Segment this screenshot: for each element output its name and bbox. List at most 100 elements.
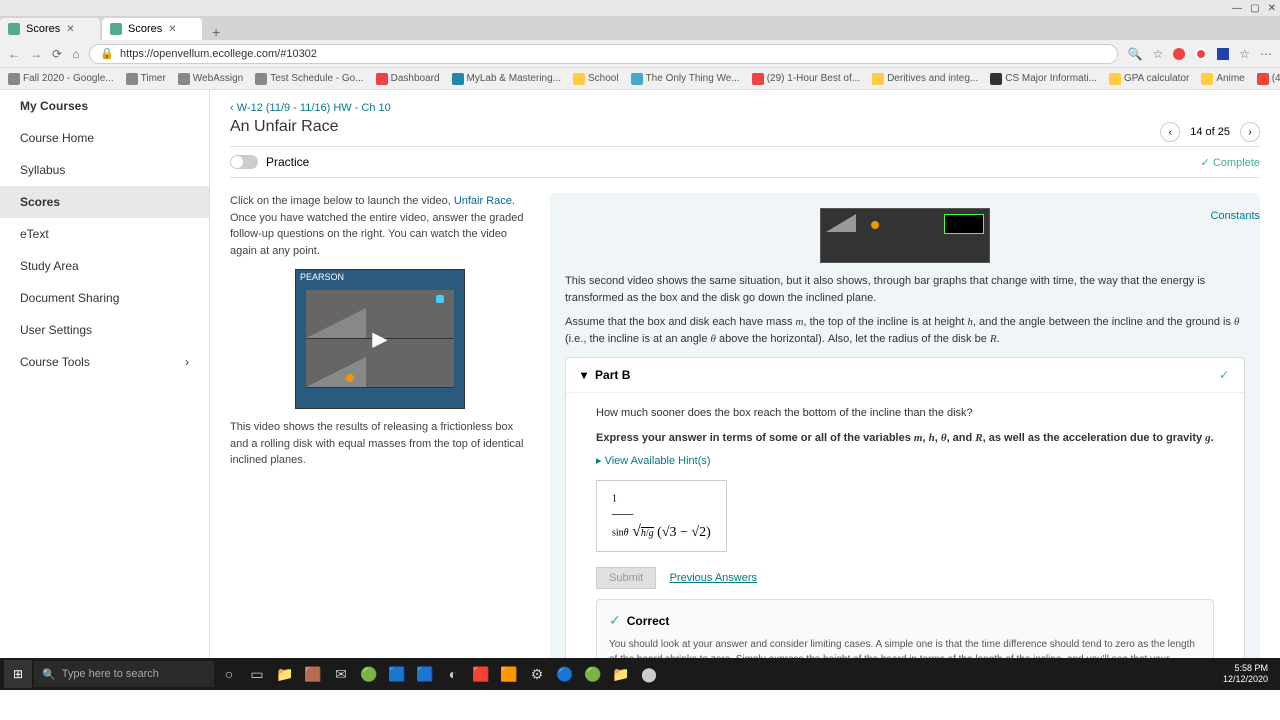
bookmarks-bar: Fall 2020 - Google... Timer WebAssign Te… (0, 68, 1280, 90)
taskbar: ⊞ 🔍 Type here to search ○ ▭ 📁 🟫 ✉ 🟢 🟦 🟦 … (0, 658, 1280, 690)
star-icon[interactable]: ☆ (1239, 47, 1250, 61)
app-icon[interactable]: ⬤ (636, 661, 662, 687)
nav-scores[interactable]: Scores (0, 186, 209, 218)
bookmark-icon (752, 73, 764, 85)
nav-user-settings[interactable]: User Settings (0, 314, 209, 346)
prev-question-button[interactable]: ‹ (1160, 122, 1180, 142)
menu-icon[interactable]: ⋯ (1260, 47, 1272, 61)
bookmark-icon (376, 73, 388, 85)
bookmark-icon (1257, 73, 1269, 85)
ext-icon-2[interactable] (1195, 48, 1207, 60)
nav-my-courses[interactable]: My Courses (0, 90, 209, 122)
nav-study-area[interactable]: Study Area (0, 250, 209, 282)
check-icon: ✓ (1219, 368, 1229, 382)
taskbar-clock[interactable]: 5:58 PM 12/12/2020 (1215, 663, 1276, 685)
video-player[interactable]: PEARSON ▶ (295, 269, 465, 409)
bookmark-item[interactable]: (4) Ellie Goulding -... (1257, 73, 1280, 85)
forward-icon[interactable]: → (30, 47, 42, 61)
complete-status: ✓ Complete (1201, 156, 1260, 169)
taskbar-search[interactable]: 🔍 Type here to search (34, 661, 214, 687)
bookmark-item[interactable]: Anime (1201, 73, 1244, 85)
video-link[interactable]: Unfair Race (454, 195, 512, 207)
start-button[interactable]: ⊞ (4, 660, 32, 688)
close-button[interactable]: ✕ (1268, 3, 1276, 14)
bookmark-icon (872, 73, 884, 85)
bookmark-icon (1109, 73, 1121, 85)
bookmark-item[interactable]: The Only Thing We... (631, 73, 740, 85)
nav-course-home[interactable]: Course Home (0, 122, 209, 154)
nav-course-tools[interactable]: Course Tools › (0, 346, 209, 378)
bookmark-item[interactable]: Test Schedule - Go... (255, 73, 363, 85)
constants-link[interactable]: Constants (1210, 210, 1260, 222)
cortana-icon[interactable]: ○ (216, 661, 242, 687)
bookmark-item[interactable]: (29) 1-Hour Best of... (752, 73, 860, 85)
maximize-button[interactable]: ▢ (1250, 3, 1259, 14)
taskview-icon[interactable]: ▭ (244, 661, 270, 687)
app-icon[interactable]: 🟥 (468, 661, 494, 687)
tab-close-icon[interactable]: ✕ (66, 24, 74, 35)
bookmark-item[interactable]: Fall 2020 - Google... (8, 73, 114, 85)
bookmark-item[interactable]: CS Major Informati... (990, 73, 1097, 85)
back-icon[interactable]: ← (8, 47, 20, 61)
app-icon[interactable]: ✉ (328, 661, 354, 687)
express-text: Express your answer in terms of some or … (596, 430, 1214, 447)
part-b-label: Part B (595, 368, 630, 382)
practice-toggle[interactable] (230, 155, 258, 169)
app-icon[interactable]: 📁 (272, 661, 298, 687)
app-icon[interactable]: 🟦 (412, 661, 438, 687)
bookmark-item[interactable]: School (573, 73, 619, 85)
url-input[interactable]: 🔒 https://openvellum.ecollege.com/#10302 (89, 44, 1117, 64)
play-icon[interactable]: ▶ (372, 327, 387, 352)
app-icon[interactable]: ◐ (440, 661, 466, 687)
bookmark-item[interactable]: WebAssign (178, 73, 243, 85)
question-text: How much sooner does the box reach the b… (596, 405, 1214, 422)
favicon-icon (8, 23, 20, 35)
part-b-header[interactable]: ▾ Part B ✓ (566, 358, 1244, 393)
app-icon[interactable]: 🔵 (552, 661, 578, 687)
app-icon[interactable]: ⚙ (524, 661, 550, 687)
tab-close-icon[interactable]: ✕ (168, 24, 176, 35)
bookmark-icon (631, 73, 643, 85)
app-icon[interactable]: 🟢 (580, 661, 606, 687)
bookmark-item[interactable]: GPA calculator (1109, 73, 1189, 85)
bookmark-item[interactable]: Dashboard (376, 73, 440, 85)
new-tab-button[interactable]: + (204, 24, 228, 40)
bookmark-icon (8, 73, 20, 85)
chevron-right-icon: › (185, 355, 189, 369)
chevron-down-icon: ▾ (581, 368, 587, 382)
app-icon[interactable]: 🟫 (300, 661, 326, 687)
app-icon[interactable]: 📁 (608, 661, 634, 687)
browser-tab-1[interactable]: Scores ✕ (102, 18, 202, 40)
view-hints-link[interactable]: ▸ View Available Hint(s) (596, 454, 1214, 467)
bookmark-item[interactable]: Deritives and integ... (872, 73, 978, 85)
nav-syllabus[interactable]: Syllabus (0, 154, 209, 186)
zoom-icon[interactable]: 🔍 (1128, 47, 1143, 61)
browser-tabs: Scores ✕ Scores ✕ + (0, 16, 1280, 40)
refresh-icon[interactable]: ⟳ (52, 47, 62, 61)
lock-icon: 🔒 (100, 47, 114, 60)
nav-document-sharing[interactable]: Document Sharing (0, 282, 209, 314)
submit-button[interactable]: Submit (596, 567, 656, 589)
breadcrumb[interactable]: ‹ W-12 (11/9 - 11/16) HW - Ch 10 (230, 90, 1260, 118)
ext-icon-1[interactable] (1173, 48, 1185, 60)
browser-tab-0[interactable]: Scores ✕ (0, 18, 100, 40)
app-icon[interactable]: 🟢 (356, 661, 382, 687)
home-icon[interactable]: ⌂ (72, 47, 79, 61)
pager-text: 14 of 25 (1190, 126, 1230, 138)
favorite-icon[interactable]: ☆ (1152, 47, 1163, 61)
app-icon[interactable]: 🟧 (496, 661, 522, 687)
minimize-button[interactable]: — (1232, 3, 1242, 14)
nav-etext[interactable]: eText (0, 218, 209, 250)
feedback-text-1: You should look at your answer and consi… (609, 637, 1201, 658)
check-icon: ✓ (609, 612, 621, 629)
previous-answers-link[interactable]: Previous Answers (670, 572, 757, 584)
bookmark-item[interactable]: Timer (126, 73, 166, 85)
search-icon: 🔍 (42, 668, 56, 681)
second-video-thumbnail[interactable] (820, 208, 990, 263)
video-intro-text: Click on the image below to launch the v… (230, 193, 530, 259)
next-question-button[interactable]: › (1240, 122, 1260, 142)
bookmark-item[interactable]: MyLab & Mastering... (452, 73, 561, 85)
ext-icon-3[interactable] (1217, 48, 1229, 60)
app-icon[interactable]: 🟦 (384, 661, 410, 687)
assume-text: Assume that the box and disk each have m… (565, 314, 1245, 347)
